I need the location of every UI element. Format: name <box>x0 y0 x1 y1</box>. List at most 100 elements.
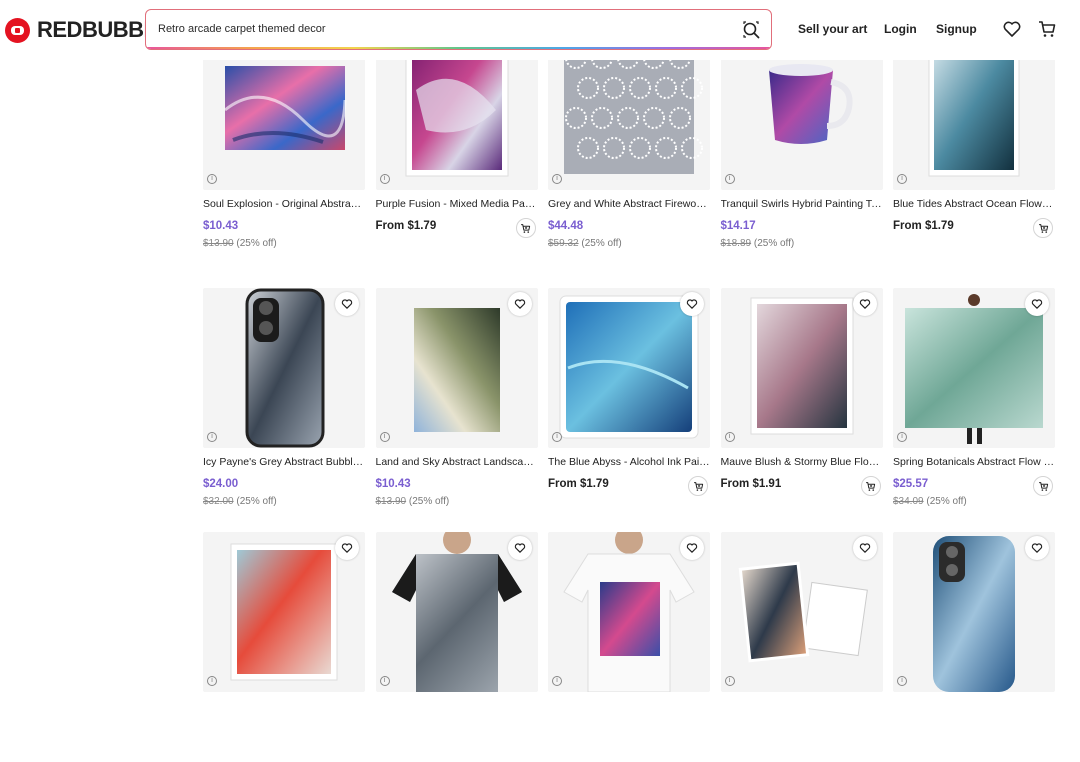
info-icon[interactable]: i <box>724 174 735 184</box>
product-card[interactable]: i <box>720 532 883 762</box>
product-title[interactable]: Icy Payne's Grey Abstract Bubble Paintin… <box>203 456 365 468</box>
favorite-heart-icon[interactable] <box>1025 292 1049 316</box>
product-price: From $1.79 <box>375 220 437 232</box>
product-price: $25.57 <box>893 478 929 490</box>
struck-price: $32.00 <box>203 496 234 507</box>
struck-price: $18.89 <box>720 238 752 249</box>
product-image[interactable]: i <box>375 532 538 692</box>
product-card[interactable]: i <box>893 532 1055 762</box>
product-card[interactable]: i <box>548 532 710 762</box>
product-price: From $1.91 <box>720 478 782 490</box>
product-title[interactable]: Grey and White Abstract Fireworks <box>548 198 710 210</box>
product-card[interactable]: i Mauve Blush & Stormy Blue Flow Paintin… <box>720 288 883 518</box>
product-card[interactable]: i Spring Botanicals Abstract Flow Painti… <box>893 288 1055 518</box>
discount-label: (25% off) <box>926 496 967 507</box>
discount-label: (25% off) <box>236 238 277 249</box>
product-title[interactable]: Soul Explosion - Original Abstract Ink P… <box>203 198 365 210</box>
favorite-heart-icon[interactable] <box>852 292 877 316</box>
product-title[interactable]: Land and Sky Abstract Landscape Painting <box>376 456 538 468</box>
struck-price: $13.90 <box>375 496 407 507</box>
add-to-cart-icon[interactable] <box>515 218 536 238</box>
info-icon[interactable]: i <box>552 676 562 686</box>
add-to-cart-icon[interactable] <box>688 476 708 496</box>
product-image[interactable]: i <box>893 532 1055 692</box>
product-card[interactable]: i The Blue Abyss - Alcohol Ink Painting F… <box>548 288 710 518</box>
favorite-heart-icon[interactable] <box>852 536 877 560</box>
struck-price: $34.09 <box>893 496 924 507</box>
product-title[interactable]: Mauve Blush & Stormy Blue Flow Painting <box>721 456 883 468</box>
product-image[interactable]: i <box>720 532 883 692</box>
info-icon[interactable]: i <box>379 174 390 184</box>
info-icon[interactable]: i <box>207 676 217 686</box>
original-price: $13.90 (25% off) <box>376 496 450 507</box>
search-input[interactable]: Retro arcade carpet themed decor <box>158 23 326 35</box>
product-price: $44.48 <box>548 220 584 232</box>
product-card[interactable]: i Blue Tides Abstract Ocean Flow Paintin… <box>893 30 1055 260</box>
login-link[interactable]: Login <box>884 22 917 36</box>
favorite-heart-icon[interactable] <box>507 292 532 316</box>
info-icon[interactable]: i <box>724 432 735 442</box>
product-price: $10.43 <box>375 478 411 490</box>
product-price: $10.43 <box>203 220 239 232</box>
struck-price: $59.32 <box>548 238 579 249</box>
product-title[interactable]: Tranquil Swirls Hybrid Painting Tall Mug <box>721 198 883 210</box>
product-title[interactable]: Spring Botanicals Abstract Flow Painting <box>893 456 1055 468</box>
product-image[interactable]: i <box>893 288 1055 448</box>
signup-link[interactable]: Signup <box>936 22 977 36</box>
cart-icon[interactable] <box>1037 19 1057 39</box>
info-icon[interactable]: i <box>379 676 390 686</box>
info-icon[interactable]: i <box>897 174 907 184</box>
product-card[interactable]: i Land and Sky Abstract Landscape Painti… <box>375 288 538 518</box>
redbubble-logo-icon <box>5 17 30 43</box>
product-image[interactable]: i <box>720 288 883 448</box>
info-icon[interactable]: i <box>897 676 907 686</box>
product-image[interactable]: i <box>375 288 538 448</box>
heart-icon[interactable] <box>1002 19 1022 39</box>
sell-your-art-link[interactable]: Sell your art <box>798 22 867 36</box>
product-title[interactable]: Blue Tides Abstract Ocean Flow Painting <box>893 198 1055 210</box>
favorite-heart-icon[interactable] <box>1025 536 1049 560</box>
original-price: $34.09 (25% off) <box>893 496 967 507</box>
product-card[interactable]: i Grey and White Abstract Fireworks $44.4… <box>548 30 710 260</box>
favorite-heart-icon[interactable] <box>335 536 359 560</box>
info-icon[interactable]: i <box>379 432 390 442</box>
search-icon[interactable] <box>741 20 761 40</box>
product-card[interactable]: i Tranquil Swirls Hybrid Painting Tall M… <box>720 30 883 260</box>
add-to-cart-icon[interactable] <box>1033 476 1053 496</box>
product-price: $14.17 <box>720 220 756 232</box>
original-price: $13.90 (25% off) <box>203 238 277 249</box>
favorite-heart-icon[interactable] <box>507 536 532 560</box>
product-card[interactable]: i Icy Payne's Grey Abstract Bubble Paint… <box>203 288 365 518</box>
product-image[interactable]: i <box>548 288 710 448</box>
product-card[interactable]: i Soul Explosion - Original Abstract Ink… <box>203 30 365 260</box>
favorite-heart-icon[interactable] <box>335 292 359 316</box>
search-bar[interactable]: Retro arcade carpet themed decor <box>145 9 772 50</box>
product-title[interactable]: Purple Fusion - Mixed Media Painting <box>376 198 538 210</box>
info-icon[interactable]: i <box>897 432 907 442</box>
original-price: $59.32 (25% off) <box>548 238 622 249</box>
info-icon[interactable]: i <box>552 432 562 442</box>
product-image[interactable]: i <box>548 532 710 692</box>
site-header: REDBUBBLE Retro arcade carpet themed dec… <box>0 0 1080 60</box>
product-card[interactable]: i <box>203 532 365 762</box>
product-price: $24.00 <box>203 478 239 490</box>
original-price: $18.89 (25% off) <box>721 238 795 249</box>
favorite-heart-icon[interactable] <box>680 536 704 560</box>
original-price: $32.00 (25% off) <box>203 496 277 507</box>
favorite-heart-icon[interactable] <box>680 292 704 316</box>
product-image[interactable]: i <box>203 532 365 692</box>
product-card[interactable]: i <box>375 532 538 762</box>
discount-label: (25% off) <box>236 496 277 507</box>
product-image[interactable]: i <box>203 288 365 448</box>
product-card[interactable]: i Purple Fusion - Mixed Media Painting Fr… <box>375 30 538 260</box>
info-icon[interactable]: i <box>207 432 217 442</box>
info-icon[interactable]: i <box>552 174 562 184</box>
add-to-cart-icon[interactable] <box>860 476 881 496</box>
product-title[interactable]: The Blue Abyss - Alcohol Ink Painting <box>548 456 710 468</box>
add-to-cart-icon[interactable] <box>1033 218 1053 238</box>
discount-label: (25% off) <box>408 496 450 507</box>
product-price: From $1.79 <box>548 478 609 490</box>
info-icon[interactable]: i <box>724 676 735 686</box>
discount-label: (25% off) <box>753 238 795 249</box>
info-icon[interactable]: i <box>207 174 217 184</box>
